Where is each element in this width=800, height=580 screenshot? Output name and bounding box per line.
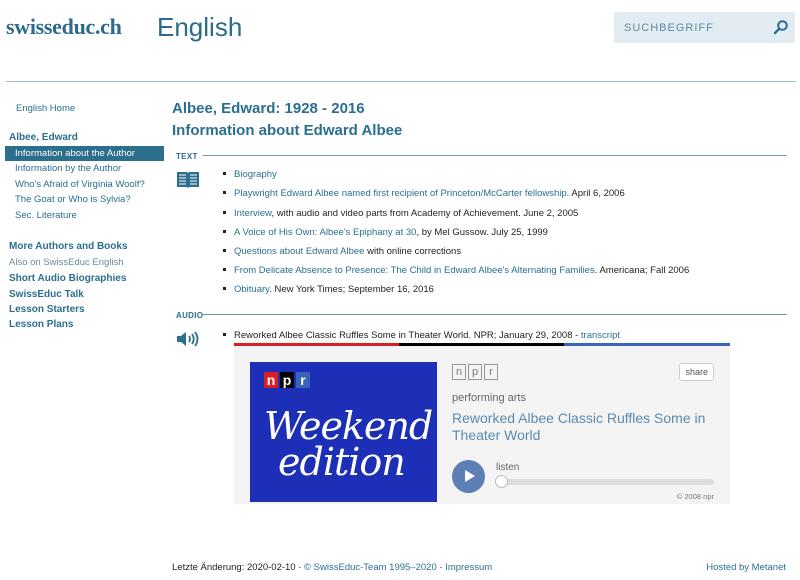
last-change: Letzte Änderung: 2020-02-10 ·	[172, 562, 305, 573]
sidebar-swisseduc-talk[interactable]: SwissEduc Talk	[9, 289, 84, 300]
listen-label: listen	[496, 462, 520, 473]
audio-description: Reworked Albee Classic Ruffles Some in T…	[234, 330, 581, 341]
sidebar-item-virginia-woolf[interactable]: Who's Afraid of Virginia Woolf?	[5, 177, 164, 192]
npr-mini-logo: n p r	[452, 364, 498, 380]
sidebar-item-information-about-author[interactable]: Information about the Author	[5, 146, 164, 161]
sidebar-lesson-plans[interactable]: Lesson Plans	[9, 319, 73, 330]
transcript-link[interactable]: transcript	[581, 330, 620, 341]
reference-link[interactable]: Obituary	[234, 284, 269, 295]
reference-link[interactable]: Interview	[234, 208, 272, 219]
header-divider	[6, 81, 796, 82]
sidebar-item-information-by-author[interactable]: Information by the Author	[5, 161, 164, 176]
npr-audio-player: n p r Weekend edition n p r share perfor…	[234, 343, 730, 504]
sidebar-section-albee[interactable]: Albee, Edward	[9, 132, 78, 143]
reference-link[interactable]: Questions about Edward Albee	[234, 246, 364, 257]
sidebar-lesson-starters[interactable]: Lesson Starters	[9, 304, 85, 315]
list-item: Playwright Edward Albee named first reci…	[220, 188, 625, 199]
page-subtitle: Information about Edward Albee	[172, 122, 403, 139]
program-name: performing arts	[452, 392, 526, 404]
reference-link[interactable]: Biography	[234, 169, 277, 180]
npr-stripe-blue	[564, 343, 730, 346]
search-input[interactable]	[614, 12, 764, 43]
npr-copyright: © 2008 npr	[676, 492, 714, 501]
audio-section-label: AUDIO	[176, 311, 204, 320]
list-item: Questions about Edward Albee with online…	[220, 246, 461, 257]
search-icon[interactable]	[773, 19, 789, 35]
search-box	[614, 12, 795, 43]
sidebar-english-home[interactable]: English Home	[16, 103, 75, 114]
progress-track[interactable]	[496, 479, 714, 485]
play-button[interactable]	[452, 460, 485, 493]
progress-handle[interactable]	[495, 475, 508, 488]
text-section-label: TEXT	[176, 152, 198, 161]
weekend-edition-wordmark: Weekend edition	[264, 404, 433, 484]
reference-link[interactable]: A Voice of His Own: Albee's Epiphany at …	[234, 227, 416, 238]
reference-link[interactable]: Playwright Edward Albee named first reci…	[234, 188, 567, 199]
list-item: Biography	[220, 169, 277, 180]
list-item: Interview, with audio and video parts fr…	[220, 208, 578, 219]
sidebar-also-on: Also on SwissEduc English	[9, 257, 124, 268]
list-item: Obituary. New York Times; September 16, …	[220, 284, 434, 295]
footer: Letzte Änderung: 2020-02-10 · © SwissEdu…	[172, 562, 493, 573]
page-title: Albee, Edward: 1928 - 2016	[172, 100, 365, 117]
sidebar-item-the-goat[interactable]: The Goat or Who is Sylvia?	[5, 192, 164, 207]
book-icon	[177, 172, 199, 188]
npr-logo: n p r	[264, 372, 310, 388]
audio-section-rule	[203, 314, 787, 315]
list-item: From Delicate Absence to Presence: The C…	[220, 265, 689, 276]
npr-stripe-black	[399, 343, 564, 346]
npr-stripe-red	[234, 343, 399, 346]
weekend-edition-artwork: n p r Weekend edition	[250, 362, 437, 502]
speaker-icon	[177, 331, 199, 347]
list-item: A Voice of His Own: Albee's Epiphany at …	[220, 227, 548, 238]
share-button[interactable]: share	[679, 363, 714, 381]
impressum-link[interactable]: Impressum	[445, 562, 492, 573]
sidebar-short-audio-biographies[interactable]: Short Audio Biographies	[9, 273, 126, 284]
text-section-rule	[203, 155, 787, 156]
sidebar-item-sec-literature[interactable]: Sec. Literature	[5, 208, 164, 223]
reference-link[interactable]: From Delicate Absence to Presence: The C…	[234, 265, 595, 276]
team-link[interactable]: © SwissEduc-Team 1995–2020	[304, 562, 437, 573]
site-logo[interactable]: swisseduc.ch	[6, 14, 122, 40]
language-title: English	[157, 12, 243, 42]
hosted-by-link[interactable]: Hosted by Metanet	[706, 562, 786, 573]
story-title-link[interactable]: Reworked Albee Classic Ruffles Some in T…	[452, 410, 714, 444]
sidebar-more-authors[interactable]: More Authors and Books	[9, 241, 128, 252]
audio-item: Reworked Albee Classic Ruffles Some in T…	[220, 330, 620, 341]
